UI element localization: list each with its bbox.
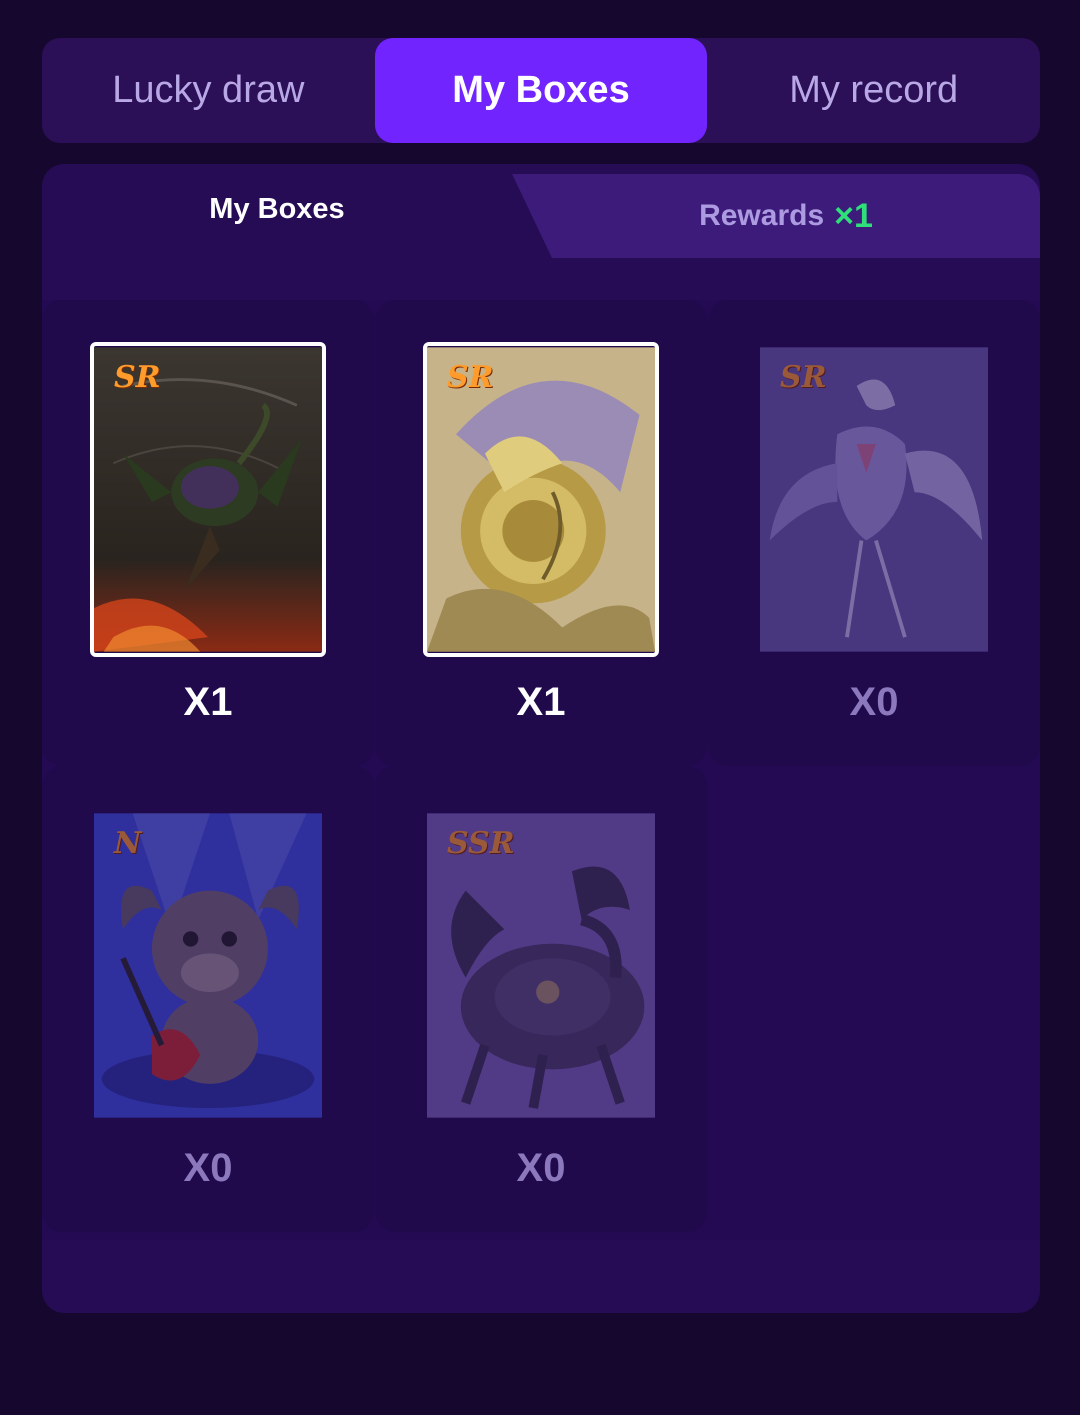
box-count: X0 xyxy=(849,680,899,724)
phoenix-bird-icon[interactable]: SR xyxy=(756,342,992,657)
rewards-label: Rewards xyxy=(699,199,825,232)
golden-dragon-icon[interactable]: SR xyxy=(423,342,659,657)
buffalo-guitarist-icon[interactable]: N xyxy=(90,808,326,1123)
rarity-label: N xyxy=(114,826,142,861)
box-item: N X0 xyxy=(42,766,374,1232)
tab-my-boxes[interactable]: My Boxes xyxy=(374,38,708,143)
box-item: SSR X0 xyxy=(375,766,707,1232)
box-grid: SR X1 SR X1 SR X0 N X0 SSR X0 xyxy=(42,300,1040,1240)
box-count: X1 xyxy=(183,680,233,724)
sub-tab-bar: My Boxes Rewards ×1 xyxy=(42,164,1040,260)
box-count: X0 xyxy=(516,1146,566,1190)
top-tab-bar: Lucky draw My Boxes My record xyxy=(42,38,1040,143)
box-item: SR X0 xyxy=(708,300,1040,766)
tab-my-record[interactable]: My record xyxy=(707,38,1040,143)
shadow-beast-icon[interactable]: SSR xyxy=(423,808,659,1123)
rarity-label: SR xyxy=(447,360,494,395)
box-count: X0 xyxy=(183,1146,233,1190)
box-count: X1 xyxy=(516,680,566,724)
rewards-count-badge: ×1 xyxy=(834,196,873,235)
sub-tab-my-boxes[interactable]: My Boxes xyxy=(42,164,512,260)
dark-dragon-icon[interactable]: SR xyxy=(90,342,326,657)
boxes-panel: My Boxes Rewards ×1 SR X1 SR X1 SR X0 N … xyxy=(42,164,1040,1313)
sub-tab-rewards[interactable]: Rewards ×1 xyxy=(532,174,1040,258)
rarity-label: SSR xyxy=(447,826,515,861)
box-item: SR X1 xyxy=(375,300,707,766)
rarity-label: SR xyxy=(780,360,827,395)
tab-lucky-draw[interactable]: Lucky draw xyxy=(42,38,375,143)
box-item: SR X1 xyxy=(42,300,374,766)
rarity-label: SR xyxy=(114,360,161,395)
